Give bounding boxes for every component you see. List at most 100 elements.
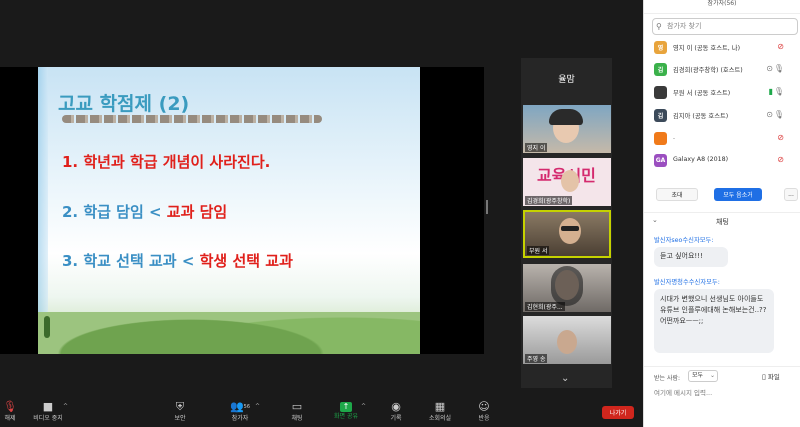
participant-hair xyxy=(551,266,583,306)
top-strip xyxy=(0,0,643,10)
participants-label: 참가자 xyxy=(231,415,249,422)
search-placeholder: 참가자 찾기 xyxy=(667,22,702,30)
participant-name: 부원 서 (공동 호스트) xyxy=(673,90,731,97)
slide-line-3: 3. 학교 선택 교과 < 학생 선택 교과 xyxy=(62,250,293,271)
chevron-up-icon[interactable]: ^ xyxy=(255,403,260,410)
stop-video-label: 비디오 중지 xyxy=(33,415,63,422)
pin-icon: ⊙ xyxy=(766,64,773,73)
video-off-icon: ⊘ xyxy=(777,133,784,142)
share-arrow-icon: ↑ xyxy=(340,402,352,412)
gallery-header: 율맘 xyxy=(558,74,575,85)
security-label: 보안 xyxy=(174,415,186,422)
video-tile[interactable]: 영지 이 xyxy=(523,105,611,153)
file-icon: ▯ xyxy=(762,373,766,381)
participant-name: Galaxy A8 (2018) xyxy=(673,156,729,163)
chat-sender: 발신자명청수수신자모두: xyxy=(654,279,720,286)
participant-row[interactable]: 김 김경희(광주창학) (호스트) ⊙ 🎙 xyxy=(654,60,800,80)
participant-name: . xyxy=(673,134,676,141)
avatar xyxy=(654,132,667,145)
chat-title: 채팅 xyxy=(716,218,729,226)
leave-meeting-button[interactable]: 나가기 xyxy=(602,406,634,419)
slide-line-2-red: 교과 담임 xyxy=(166,203,228,221)
participant-name: 영지 이 (공동 호스트, 나) xyxy=(673,45,741,52)
tile-name: 김경희(광주창학) xyxy=(525,196,573,205)
search-icon: ⚲ xyxy=(656,22,662,31)
file-button[interactable]: ▯ 파일 xyxy=(762,371,780,381)
chevron-up-icon[interactable]: ^ xyxy=(63,403,68,410)
reactions-button[interactable]: ☺ 반응 xyxy=(462,400,506,423)
recipient-select[interactable]: 모두 ⌄ xyxy=(688,370,718,382)
invite-button[interactable]: 초대 xyxy=(656,188,698,201)
chevron-up-icon[interactable]: ^ xyxy=(361,403,366,410)
smiley-icon: ☺ xyxy=(478,400,490,413)
chevron-down-icon[interactable]: ⌄ xyxy=(561,373,569,384)
avatar xyxy=(654,86,667,99)
grid-icon: ▦ xyxy=(434,400,446,413)
recipient-label: 받는 사람: xyxy=(654,375,681,382)
meeting-stage: 고교 학점제 (2) 1. 학년과 학급 개념이 사라진다. 2. 학급 담임 … xyxy=(0,0,643,427)
microphone-icon: 🎙 xyxy=(773,87,784,96)
slide-tree-decoration xyxy=(44,316,50,338)
meeting-toolbar: 🎙 해제 ■ 비디오 중지 ^ ⛨ 보안 👥56 참가자 ^ ▭ 채팅 ↑ 화면… xyxy=(0,398,643,427)
chat-message: 시대가 변했으니 선생님도 아이들도 유튜브 인플루에대해 논해보는건..??어… xyxy=(654,289,774,353)
video-tile[interactable]: 주영 송 xyxy=(523,316,611,364)
slide-hills-decoration xyxy=(38,294,420,354)
participant-row[interactable]: . ⊘ xyxy=(654,129,800,149)
shield-icon: ⛨ xyxy=(175,400,185,413)
share-screen-button[interactable]: ↑ 화면 공유 ^ xyxy=(324,400,368,421)
chat-footer: 받는 사람: 모두 ⌄ ▯ 파일 xyxy=(644,366,800,427)
chat-button[interactable]: ▭ 채팅 xyxy=(275,400,319,423)
video-tile-active-speaker[interactable]: 부원 서 xyxy=(523,210,611,258)
microphone-icon: 🎙 xyxy=(773,110,784,119)
avatar: 김 xyxy=(654,109,667,122)
participant-face xyxy=(557,330,577,354)
chevron-down-icon: ⌄ xyxy=(709,372,715,379)
stop-video-button[interactable]: ■ 비디오 중지 ^ xyxy=(26,400,70,423)
security-button[interactable]: ⛨ 보안 xyxy=(158,400,202,423)
participant-glasses xyxy=(561,226,579,231)
participant-hair xyxy=(549,109,583,125)
gallery-panel: 율맘 영지 이 교육시민 김경희(광주창학) 부원 서 김현희(광주... 주영… xyxy=(521,58,612,388)
slide-title: 고교 학점제 (2) xyxy=(58,93,190,115)
record-icon: ◉ xyxy=(391,400,401,413)
participant-row[interactable]: 영 영지 이 (공동 호스트, 나) ⊘ xyxy=(654,38,800,58)
record-label: 기록 xyxy=(390,415,402,422)
side-panel: 참가자(56) ⚲ 참가자 찾기 영 영지 이 (공동 호스트, 나) ⊘ 김 … xyxy=(643,0,800,427)
breakout-rooms-button[interactable]: ▦ 소회의실 xyxy=(418,400,462,423)
more-options-button[interactable]: ... xyxy=(784,188,798,201)
slide-line-3-blue: 3. 학교 선택 교과 < xyxy=(62,252,200,270)
shared-screen: 고교 학점제 (2) 1. 학년과 학급 개념이 사라진다. 2. 학급 담임 … xyxy=(0,67,484,354)
chat-sender: 발신자seo수신자모두: xyxy=(654,237,714,244)
avatar: GA xyxy=(654,154,667,167)
split-handle[interactable] xyxy=(486,200,488,214)
slide-line-1: 1. 학년과 학급 개념이 사라진다. xyxy=(62,153,271,171)
participant-row[interactable]: 김 김지아 (공동 호스트) ⊙ 🎙 xyxy=(654,106,800,126)
video-tile[interactable]: 김현희(광주... xyxy=(523,264,611,312)
microphone-icon: 🎙 xyxy=(773,64,784,73)
file-label: 파일 xyxy=(767,373,780,381)
slide-stones-decoration xyxy=(62,115,322,123)
presentation-slide: 고교 학점제 (2) 1. 학년과 학급 개념이 사라진다. 2. 학급 담임 … xyxy=(38,67,420,354)
participant-name: 김지아 (공동 호스트) xyxy=(673,113,729,120)
participant-name: 김경희(광주창학) (호스트) xyxy=(673,67,743,74)
participant-search-input[interactable]: ⚲ 참가자 찾기 xyxy=(652,18,798,35)
video-tile[interactable]: 교육시민 김경희(광주창학) xyxy=(523,158,611,206)
participants-button[interactable]: 👥56 참가자 ^ xyxy=(218,400,262,423)
chat-label: 채팅 xyxy=(291,415,303,422)
slide-line-2-blue: 2. 학급 담임 < xyxy=(62,203,167,221)
tile-name: 김현희(광주... xyxy=(525,302,565,311)
mute-all-button[interactable]: 모두 음소거 xyxy=(714,188,762,201)
participant-face xyxy=(561,170,579,192)
slide-line-3-red: 학생 선택 교과 xyxy=(199,252,293,270)
chat-message: 듣고 싶어요!!! xyxy=(654,247,728,267)
chat-message-input[interactable] xyxy=(654,387,794,399)
participants-count: 56 xyxy=(243,404,251,410)
screen-share-icon: ▮ xyxy=(768,87,773,96)
record-button[interactable]: ◉ 기록 xyxy=(374,400,418,423)
participant-actions: 초대 모두 음소거 ... xyxy=(644,186,800,204)
tile-name: 부원 서 xyxy=(527,246,550,255)
participant-row[interactable]: GA Galaxy A8 (2018) ⊘ xyxy=(654,151,800,171)
participant-face xyxy=(559,218,581,244)
participant-row[interactable]: 부원 서 (공동 호스트) ▮ 🎙 xyxy=(654,83,800,103)
tile-name: 주영 송 xyxy=(525,354,548,363)
